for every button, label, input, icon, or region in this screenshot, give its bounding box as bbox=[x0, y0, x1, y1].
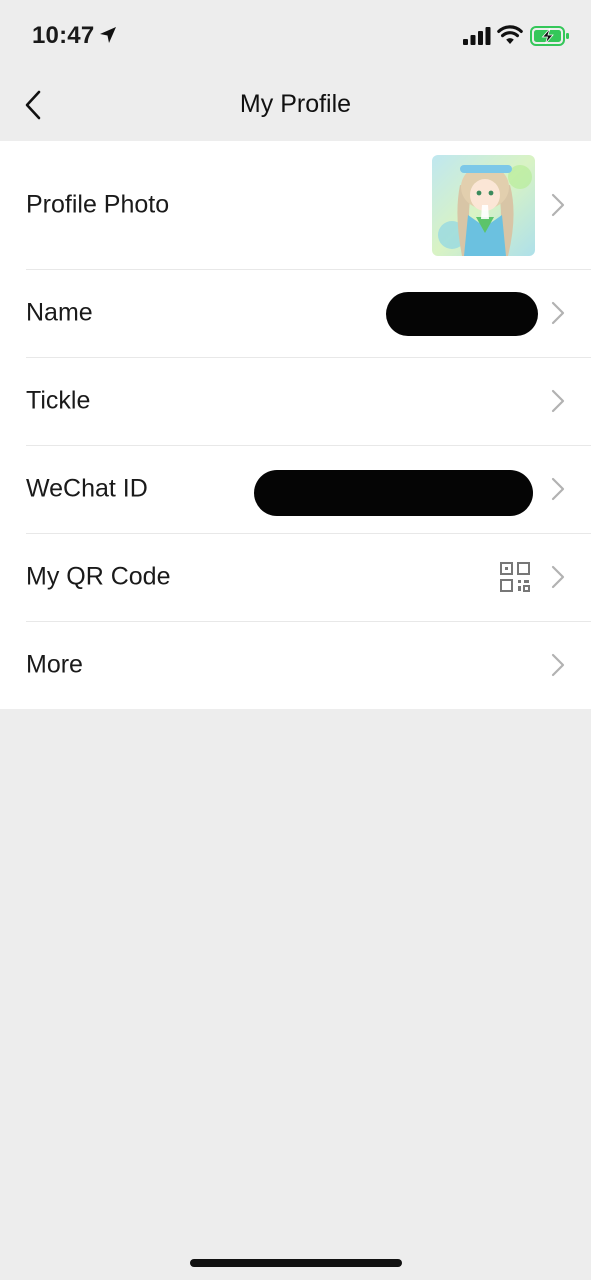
battery-charging-icon bbox=[530, 26, 569, 46]
signal-icon bbox=[463, 27, 491, 45]
profile-photo-row[interactable]: Profile Photo bbox=[0, 141, 591, 269]
redacted-name-value bbox=[386, 292, 538, 336]
chevron-right-icon bbox=[551, 301, 565, 325]
my-qr-code-label: My QR Code bbox=[26, 562, 171, 591]
chevron-right-icon bbox=[551, 565, 565, 589]
name-row[interactable]: Name bbox=[0, 269, 591, 357]
profile-screen: 10:47 My Profile Profile Photo Name Tick… bbox=[0, 0, 591, 1280]
more-label: More bbox=[26, 650, 83, 679]
page-title: My Profile bbox=[239, 90, 352, 118]
profile-photo-label: Profile Photo bbox=[26, 190, 170, 219]
wechat-id-row[interactable]: WeChat ID bbox=[0, 445, 591, 533]
my-qr-code-row[interactable]: My QR Code bbox=[0, 533, 591, 621]
chevron-right-icon bbox=[551, 477, 565, 501]
wifi-icon bbox=[497, 25, 523, 44]
avatar bbox=[432, 155, 535, 256]
chevron-right-icon bbox=[551, 389, 565, 413]
location-arrow-icon bbox=[100, 27, 116, 43]
status-bar: 10:47 bbox=[0, 0, 591, 70]
wechat-id-label: WeChat ID bbox=[26, 474, 148, 503]
profile-settings-list: Profile Photo Name Tickle WeChat ID My Q… bbox=[0, 141, 591, 709]
status-time: 10:47 bbox=[32, 22, 95, 49]
chevron-right-icon bbox=[551, 653, 565, 677]
redacted-wechat-id-value bbox=[254, 470, 533, 516]
tickle-label: Tickle bbox=[26, 386, 91, 415]
more-row[interactable]: More bbox=[0, 621, 591, 709]
name-label: Name bbox=[26, 298, 93, 327]
navigation-bar: My Profile bbox=[0, 70, 591, 140]
home-indicator[interactable] bbox=[190, 1259, 402, 1267]
qr-code-icon bbox=[500, 562, 530, 592]
chevron-right-icon bbox=[551, 193, 565, 217]
tickle-row[interactable]: Tickle bbox=[0, 357, 591, 445]
